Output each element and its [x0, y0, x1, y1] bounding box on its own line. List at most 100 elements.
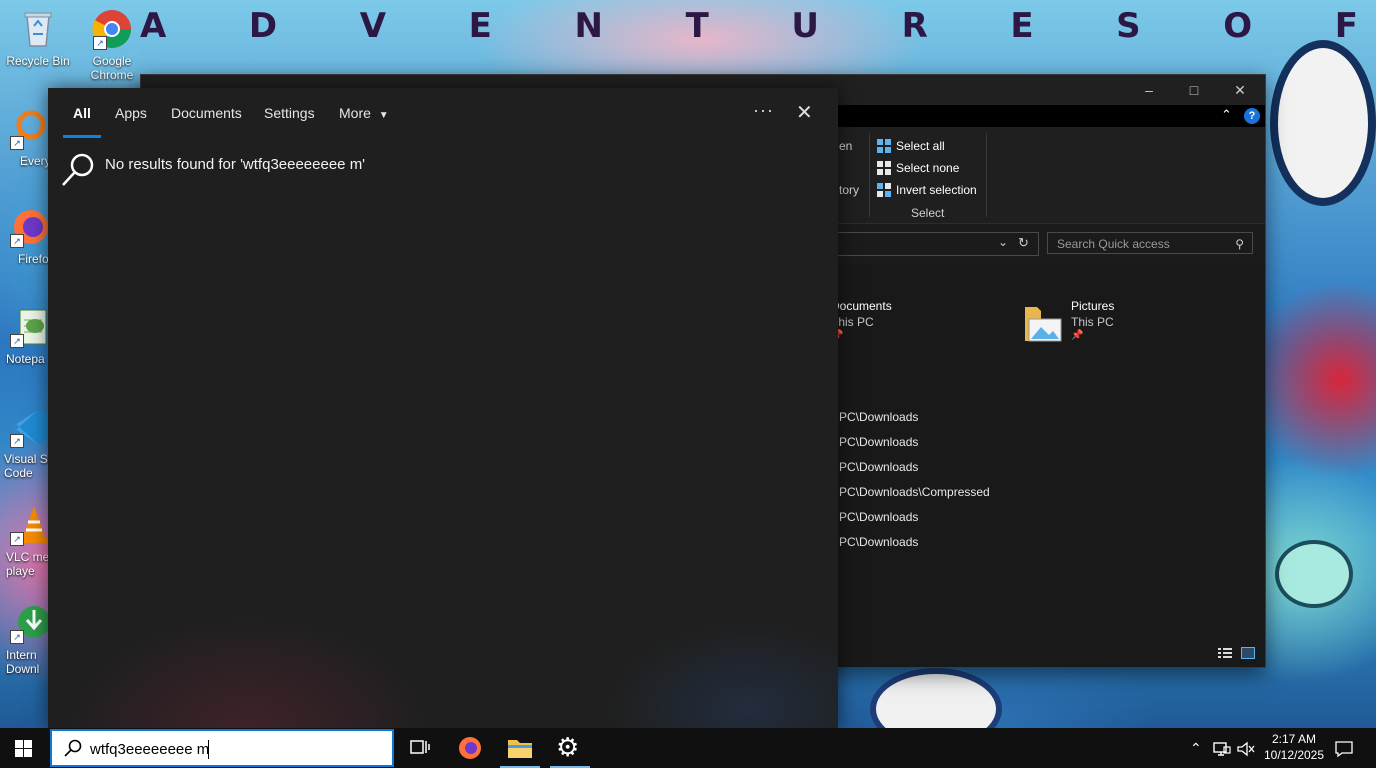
tab-more[interactable]: More ▼	[339, 105, 389, 121]
firefox-icon	[458, 736, 482, 763]
tab-apps[interactable]: Apps	[115, 105, 147, 121]
search-magnifier-icon	[60, 152, 96, 188]
taskbar-firefox-button[interactable]	[446, 728, 494, 768]
select-group-label: Select	[911, 206, 945, 220]
quick-access-location: This PC	[1071, 315, 1114, 329]
show-hidden-icons-button[interactable]: ⌃	[1190, 728, 1202, 768]
ribbon-partial-label: tory	[839, 183, 860, 197]
quick-access-name: Pictures	[1071, 299, 1115, 313]
gear-icon: ⚙	[556, 732, 580, 762]
shortcut-arrow-icon: ↗	[10, 434, 24, 448]
desktop-icon-recycle-bin[interactable]: Recycle Bin	[3, 8, 73, 68]
quick-access-search-input[interactable]: Search Quick access ⚲	[1047, 232, 1253, 254]
firefox-icon: ↗	[8, 206, 50, 248]
more-options-button[interactable]: ···	[753, 100, 774, 121]
wallpaper-title: A D V E N T U R E S O F	[140, 6, 1360, 46]
wallpaper-letter: O	[1223, 6, 1255, 46]
taskbar-search-input[interactable]: wtfq3eeeeeeee m	[90, 741, 209, 758]
vlc-icon: ↗	[8, 504, 50, 546]
tab-documents[interactable]: Documents	[171, 105, 242, 121]
details-view-icon[interactable]	[1218, 647, 1232, 659]
large-icons-view-icon[interactable]	[1241, 647, 1255, 659]
recent-file-path[interactable]: PC\Downloads	[839, 410, 918, 424]
taskbar-settings-button[interactable]: ⚙	[546, 728, 594, 768]
wallpaper-letter: R	[901, 6, 930, 46]
address-bar[interactable]: ⌄ ↻	[831, 232, 1039, 256]
start-button[interactable]	[0, 728, 48, 768]
collapse-ribbon-icon[interactable]: ⌃	[1221, 107, 1232, 123]
recycle-bin-icon	[17, 8, 59, 50]
invert-selection-label: Invert selection	[896, 183, 977, 197]
select-none-icon	[877, 161, 891, 175]
chevron-down-icon: ▼	[378, 110, 389, 121]
shortcut-arrow-icon: ↗	[10, 630, 24, 644]
action-center-icon[interactable]	[1335, 728, 1353, 768]
tab-all[interactable]: All	[73, 105, 91, 121]
windows-search-panel: All Apps Documents Settings More ▼ ··· ✕…	[48, 88, 838, 728]
wallpaper-letter: D	[248, 6, 280, 46]
clock-date: 10/12/2025	[1263, 748, 1325, 762]
search-placeholder: Search Quick access	[1057, 237, 1170, 251]
refresh-icon[interactable]: ↻	[1018, 235, 1029, 251]
taskbar-file-explorer-button[interactable]	[496, 728, 544, 768]
everything-search-icon: ↗	[8, 108, 50, 150]
wallpaper-letter: V	[359, 6, 389, 46]
wallpaper-letter: T	[685, 6, 711, 46]
shortcut-arrow-icon: ↗	[10, 334, 24, 348]
ribbon-partial-label: en	[839, 139, 853, 153]
shortcut-arrow-icon: ↗	[10, 136, 24, 150]
select-all-icon	[877, 139, 891, 153]
minimize-button[interactable]: –	[1126, 75, 1172, 105]
folder-icon	[508, 738, 532, 761]
quick-access-item-pictures[interactable]: Pictures This PC 📌	[1023, 299, 1223, 349]
vscode-icon: ↗	[8, 406, 50, 448]
tab-more-label: More	[339, 105, 371, 121]
recent-file-path[interactable]: PC\Downloads	[839, 510, 918, 524]
recent-file-path[interactable]: PC\Downloads	[839, 535, 918, 549]
pin-icon: 📌	[831, 330, 981, 341]
clock[interactable]: 2:17 AM 10/12/2025	[1258, 731, 1330, 763]
no-results-message: No results found for 'wtfq3eeeeeeee m'	[105, 156, 366, 173]
ribbon-divider	[986, 133, 987, 217]
select-all-button[interactable]: Select all	[877, 139, 945, 153]
shortcut-arrow-icon: ↗	[93, 36, 107, 50]
quick-access-item-documents[interactable]: Documents This PC 📌	[831, 299, 981, 349]
windows-logo-icon	[15, 740, 32, 757]
wallpaper-blob	[1275, 540, 1353, 608]
shortcut-arrow-icon: ↗	[10, 234, 24, 248]
clock-time: 2:17 AM	[1271, 732, 1317, 746]
recent-file-path[interactable]: PC\Downloads	[839, 460, 918, 474]
desktop-icon-chrome[interactable]: ↗ Google Chrome	[77, 8, 147, 82]
address-dropdown-icon[interactable]: ⌄	[998, 235, 1008, 249]
taskbar: wtfq3eeeeeeee m ⚙ ⌃ 2:17 AM 10/12/2025	[0, 728, 1376, 768]
shortcut-arrow-icon: ↗	[10, 532, 24, 546]
text-cursor	[208, 740, 209, 759]
recent-file-path[interactable]: PC\Downloads\Compressed	[839, 485, 990, 499]
help-icon[interactable]: ?	[1244, 108, 1260, 124]
invert-selection-button[interactable]: Invert selection	[877, 183, 977, 197]
wallpaper-letter: S	[1116, 6, 1143, 46]
tab-settings[interactable]: Settings	[264, 105, 315, 121]
quick-access-name: Documents	[831, 299, 892, 313]
select-none-button[interactable]: Select none	[877, 161, 959, 175]
select-all-label: Select all	[896, 139, 945, 153]
invert-selection-icon	[877, 183, 891, 197]
network-icon[interactable]	[1213, 728, 1231, 768]
quick-access-location: This PC	[831, 315, 874, 329]
task-view-button[interactable]	[396, 728, 444, 768]
volume-muted-icon[interactable]	[1237, 728, 1255, 768]
wallpaper-blob	[1270, 40, 1376, 206]
desktop-icon-label: Google Chrome	[90, 54, 134, 82]
desktop-icon-label: Recycle Bin	[6, 54, 70, 68]
taskbar-search-icon	[64, 739, 82, 760]
search-icon: ⚲	[1235, 237, 1244, 251]
close-window-button[interactable]: ✕	[1217, 75, 1263, 105]
notepad-icon: ↗	[8, 306, 50, 348]
wallpaper-letter: U	[791, 6, 821, 46]
close-search-button[interactable]: ✕	[796, 100, 813, 125]
taskbar-search-box[interactable]: wtfq3eeeeeeee m	[50, 729, 394, 767]
recent-file-path[interactable]: PC\Downloads	[839, 435, 918, 449]
wallpaper-letter: N	[574, 6, 605, 46]
active-tab-indicator	[63, 135, 101, 138]
maximize-button[interactable]: □	[1171, 75, 1217, 105]
